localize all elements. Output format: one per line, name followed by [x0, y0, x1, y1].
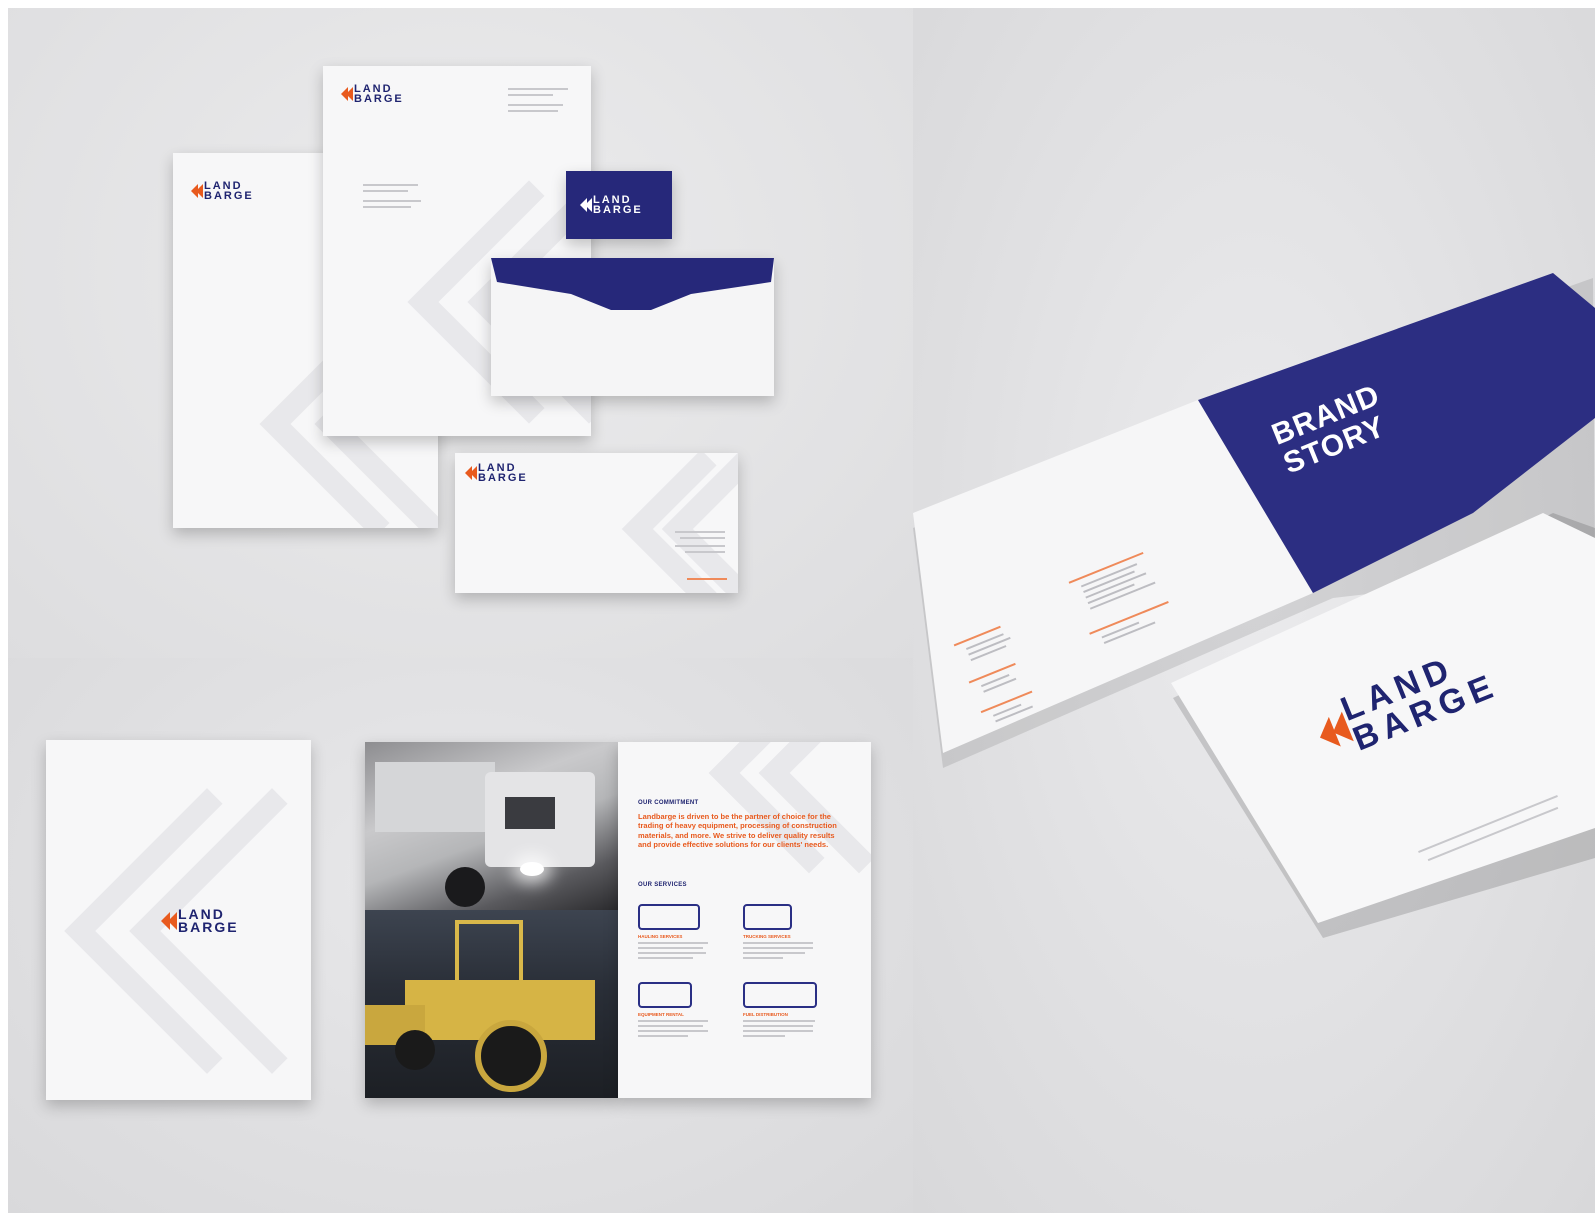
brand-book-mockup-panel: BRAND STORY LAND BARGE [913, 8, 1595, 1213]
logo-word-barge: BARGE [593, 204, 643, 217]
brochure-text-page: OUR COMMITMENT Landbarge is driven to be… [618, 742, 871, 1098]
envelope-flap-open [491, 258, 774, 396]
address-line [363, 184, 418, 186]
address-line [675, 531, 725, 533]
service-description [743, 1020, 815, 1022]
service-description [638, 947, 703, 949]
cement-mixer-icon [638, 982, 692, 1008]
chevron-mark-icon [580, 198, 592, 213]
service-description [638, 952, 706, 954]
wheel-loader-photo [365, 910, 618, 1098]
envelope-front: LAND BARGE [455, 453, 738, 593]
delivery-truck-icon [743, 904, 792, 930]
brand-logo: LAND BARGE [580, 194, 643, 217]
service-description [638, 942, 708, 944]
chevron-mark-icon [465, 466, 477, 481]
service-description [638, 1020, 708, 1022]
logo-word-barge: BARGE [204, 190, 254, 203]
service-description [743, 942, 813, 944]
logo-word-barge: BARGE [478, 472, 528, 485]
service-description [638, 1030, 708, 1032]
address-line [363, 190, 408, 192]
service-description [743, 1035, 785, 1037]
envelope-flap [491, 258, 774, 310]
service-title: FUEL DISTRIBUTION [743, 1012, 788, 1017]
brand-logo: LAND BARGE [341, 83, 404, 106]
chevron-mark-icon [341, 87, 353, 102]
brand-logo: LAND BARGE [465, 462, 528, 485]
service-description [638, 957, 693, 959]
contact-line [508, 88, 568, 90]
commitment-heading: OUR COMMITMENT [638, 800, 699, 806]
brochure-photo-page [365, 742, 618, 1098]
business-card: LAND BARGE [566, 171, 672, 239]
service-title: TRUCKING SERVICES [743, 934, 791, 939]
contact-line [508, 94, 553, 96]
commitment-text: Landbarge is driven to be the partner of… [638, 812, 837, 850]
contact-line [508, 104, 563, 106]
chevron-mark-icon [161, 912, 177, 931]
service-description [638, 1025, 703, 1027]
brochure-cover: LAND BARGE [46, 740, 311, 1100]
service-description [743, 957, 783, 959]
address-line [680, 537, 725, 539]
service-description [638, 1035, 688, 1037]
services-heading: OUR SERVICES [638, 882, 687, 888]
contact-line [508, 110, 558, 112]
stationery-mockup-panel: LAND BARGE LAND BARGE LAND BARGE LAND BA… [8, 8, 913, 658]
brand-logo: LAND BARGE [161, 907, 239, 936]
service-title: HAULING SERVICES [638, 934, 683, 939]
service-description [743, 947, 813, 949]
dump-truck-icon [638, 904, 700, 930]
brochure-mockup-panel: LAND BARGE OUR COMMITMENT Landbarge is d… [8, 658, 913, 1213]
website-line [687, 578, 727, 580]
address-line [675, 545, 725, 547]
dump-truck-photo [365, 742, 618, 910]
address-line [363, 200, 421, 202]
address-line [685, 551, 725, 553]
brand-book-scene [913, 273, 1595, 938]
logo-word-barge: BARGE [354, 93, 404, 106]
service-description [743, 1025, 813, 1027]
logo-word-barge: BARGE [178, 919, 239, 936]
service-description [743, 952, 805, 954]
address-line [363, 206, 411, 208]
fuel-tanker-icon [743, 982, 817, 1008]
service-title: EQUIPMENT RENTAL [638, 1012, 684, 1017]
brand-logo: LAND BARGE [191, 180, 254, 203]
service-description [743, 1030, 813, 1032]
chevron-mark-icon [191, 184, 203, 199]
